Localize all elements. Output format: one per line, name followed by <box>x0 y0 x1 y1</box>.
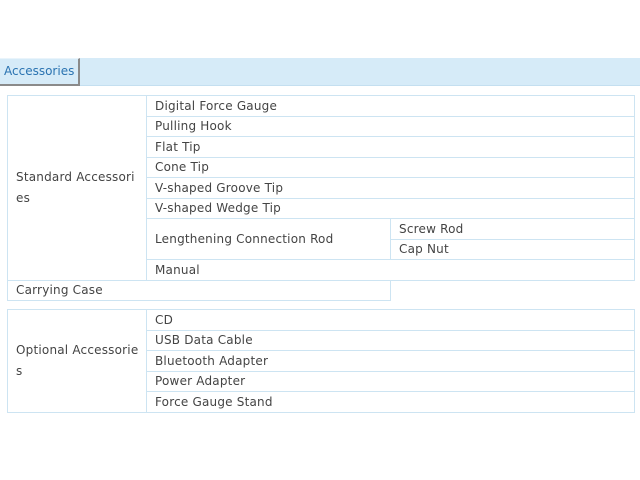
optional-accessories-table: Optional Accessories CD USB Data Cable B… <box>7 309 635 413</box>
list-item: Carrying Case <box>7 279 391 301</box>
lengthening-connection-rod-label: Lengthening Connection Rod <box>146 218 391 260</box>
list-item: USB Data Cable <box>146 329 635 351</box>
accessories-table: Standard Accessories Digital Force Gauge… <box>7 95 635 301</box>
list-item: Bluetooth Adapter <box>146 350 635 372</box>
tab-accessories[interactable]: Accessories <box>0 58 80 86</box>
table-row: Optional Accessories CD <box>7 309 635 413</box>
list-item: Force Gauge Stand <box>146 391 635 413</box>
list-item: Manual <box>146 259 635 281</box>
list-item: CD <box>146 309 635 331</box>
list-item: Flat Tip <box>146 136 635 158</box>
list-item: Power Adapter <box>146 370 635 392</box>
list-item: V-shaped Wedge Tip <box>146 197 635 219</box>
optional-accessories-label: Optional Accessories <box>7 309 147 413</box>
list-item: Cap Nut <box>390 238 635 260</box>
list-item: Cone Tip <box>146 156 635 178</box>
list-item: Screw Rod <box>390 218 635 240</box>
list-item: Pulling Hook <box>146 115 635 137</box>
standard-accessories-label: Standard Accessories <box>7 95 147 281</box>
list-item: V-shaped Groove Tip <box>146 177 635 199</box>
tab-bar: Accessories <box>0 58 640 86</box>
list-item: Digital Force Gauge <box>146 95 635 117</box>
table-row: Standard Accessories Digital Force Gauge <box>7 95 635 281</box>
table-row: Carrying Case <box>7 279 635 301</box>
